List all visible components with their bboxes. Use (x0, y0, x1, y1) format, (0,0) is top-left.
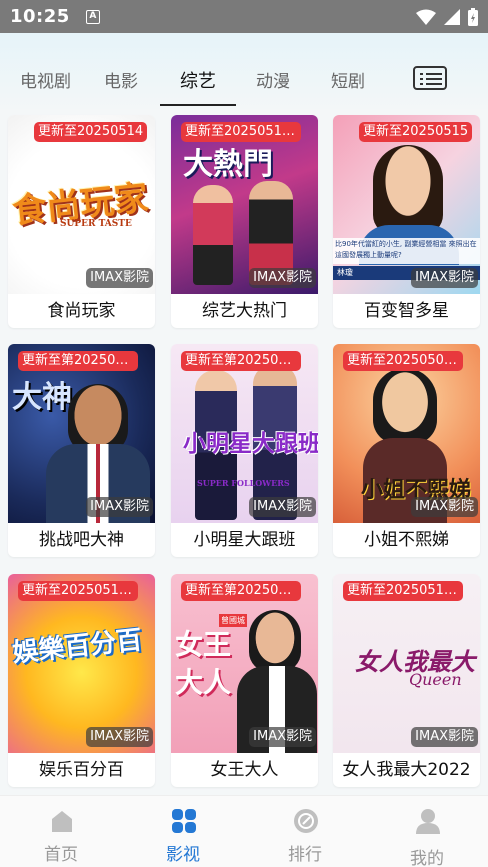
source-badge: IMAX影院 (249, 497, 316, 517)
poster-art-text: 娛樂百分百 (11, 625, 144, 669)
tab-variety[interactable]: 综艺 (180, 67, 216, 93)
card-title[interactable]: 综艺大热门 (171, 294, 318, 328)
video-card[interactable]: 大熱門 更新至20250514期 IMAX影院 综艺大热门 (171, 115, 318, 328)
category-menu-icon[interactable] (413, 66, 447, 90)
card-title[interactable]: 挑战吧大神 (8, 523, 155, 557)
poster-art-text: 女王大人 (175, 628, 232, 699)
poster-art-subtext: SUPER FOLLOWERS (197, 478, 290, 488)
source-badge: IMAX影院 (411, 497, 478, 517)
poster-art-subtext: 曾國城 (219, 614, 247, 627)
update-badge: 更新至20250514期 (18, 581, 138, 601)
card-title[interactable]: 小姐不熙娣 (333, 523, 480, 557)
compass-icon (294, 809, 318, 833)
source-badge: IMAX影院 (249, 727, 316, 747)
source-badge: IMAX影院 (249, 268, 316, 288)
video-card[interactable]: 女王大人 曾國城 更新至第2025051... IMAX影院 女王大人 (171, 574, 318, 787)
card-title[interactable]: 女王大人 (171, 753, 318, 787)
poster-art-text: 小明星大跟班 (183, 430, 318, 457)
update-badge: 更新至20250515 (359, 122, 473, 142)
poster-image[interactable]: 女王大人 曾國城 更新至第2025051... IMAX影院 (171, 574, 318, 753)
update-badge: 更新至20250514期 (343, 581, 463, 601)
tab-anime[interactable]: 动漫 (256, 67, 290, 92)
status-time: 10:25 (10, 6, 70, 27)
card-title[interactable]: 食尚玩家 (8, 294, 155, 328)
poster-art-subtext: Queen (409, 670, 462, 689)
poster-image[interactable]: 娛樂百分百 更新至20250514期 IMAX影院 (8, 574, 155, 753)
poster-art-text: 大神 (12, 380, 72, 415)
card-title[interactable]: 娱乐百分百 (8, 753, 155, 787)
update-badge: 更新至20250514 (34, 122, 148, 142)
video-card[interactable]: 比90年代當紅的小生, 副業經營相當 來照出在這國發展獨上動量呢? 林瓊 更新至… (333, 115, 480, 328)
poster-image[interactable]: 食尚玩家 SUPER TASTE 更新至20250514 IMAX影院 (8, 115, 155, 294)
poster-art-text: 大熱門 (183, 147, 273, 182)
poster-image[interactable]: 比90年代當紅的小生, 副業經營相當 來照出在這國發展獨上動量呢? 林瓊 更新至… (333, 115, 480, 294)
tab-short-drama[interactable]: 短剧 (331, 67, 365, 92)
source-badge: IMAX影院 (86, 268, 153, 288)
battery-icon (468, 7, 478, 26)
source-badge: IMAX影院 (411, 268, 478, 288)
source-badge: IMAX影院 (86, 727, 153, 747)
update-badge: 更新至20250501期 (343, 351, 463, 371)
nav-label: 我的 (410, 849, 444, 867)
update-badge: 更新至第2025022... (181, 351, 301, 371)
sim-icon: A (85, 9, 100, 24)
status-bar: 10:25 A (0, 0, 488, 33)
nav-home[interactable]: 首页 (0, 796, 122, 867)
video-card[interactable]: 大神 更新至第2025051... IMAX影院 挑战吧大神 (8, 344, 155, 557)
update-badge: 更新至第2025051... (181, 581, 301, 601)
nav-ranking[interactable]: 排行 (244, 796, 366, 867)
wifi-icon (416, 9, 436, 25)
card-title[interactable]: 百变智多星 (333, 294, 480, 328)
bottom-navigation: 首页 影视 排行 我的 (0, 795, 488, 867)
grid-icon (172, 809, 196, 833)
video-card[interactable]: 食尚玩家 SUPER TASTE 更新至20250514 IMAX影院 食尚玩家 (8, 115, 155, 328)
tab-movies[interactable]: 电影 (104, 67, 138, 92)
tab-tv-series[interactable]: 电视剧 (20, 67, 71, 92)
nav-video[interactable]: 影视 (122, 796, 244, 867)
poster-art-subtext: 林瓊 (337, 268, 353, 277)
nav-label: 排行 (288, 845, 322, 865)
signal-icon (444, 8, 460, 25)
video-card[interactable]: 小姐不熙娣 更新至20250501期 IMAX影院 小姐不熙娣 (333, 344, 480, 557)
status-icons (416, 7, 478, 26)
source-badge: IMAX影院 (411, 727, 478, 747)
poster-art-subtext: SUPER TASTE (60, 219, 132, 229)
video-card[interactable]: 女人我最大 Queen 更新至20250514期 IMAX影院 女人我最大202… (333, 574, 480, 787)
poster-art-text: 比90年代當紅的小生, 副業經營相當 來照出在這國發展獨上動量呢? (335, 240, 477, 259)
poster-image[interactable]: 大神 更新至第2025051... IMAX影院 (8, 344, 155, 523)
poster-image[interactable]: 大熱門 更新至20250514期 IMAX影院 (171, 115, 318, 294)
poster-image[interactable]: 女人我最大 Queen 更新至20250514期 IMAX影院 (333, 574, 480, 753)
card-title[interactable]: 小明星大跟班 (171, 523, 318, 557)
nav-label: 影视 (166, 845, 200, 865)
video-card[interactable]: 小明星大跟班 SUPER FOLLOWERS 更新至第2025022... IM… (171, 344, 318, 557)
user-icon (416, 809, 440, 834)
nav-label: 首页 (44, 845, 78, 865)
video-card[interactable]: 娛樂百分百 更新至20250514期 IMAX影院 娱乐百分百 (8, 574, 155, 787)
nav-profile[interactable]: 我的 (366, 796, 488, 867)
poster-image[interactable]: 小明星大跟班 SUPER FOLLOWERS 更新至第2025022... IM… (171, 344, 318, 523)
update-badge: 更新至20250514期 (181, 122, 301, 142)
home-icon (52, 811, 72, 832)
active-tab-indicator (160, 104, 236, 106)
source-badge: IMAX影院 (86, 497, 153, 517)
poster-image[interactable]: 小姐不熙娣 更新至20250501期 IMAX影院 (333, 344, 480, 523)
update-badge: 更新至第2025051... (18, 351, 138, 371)
card-title[interactable]: 女人我最大2022 (333, 753, 480, 787)
